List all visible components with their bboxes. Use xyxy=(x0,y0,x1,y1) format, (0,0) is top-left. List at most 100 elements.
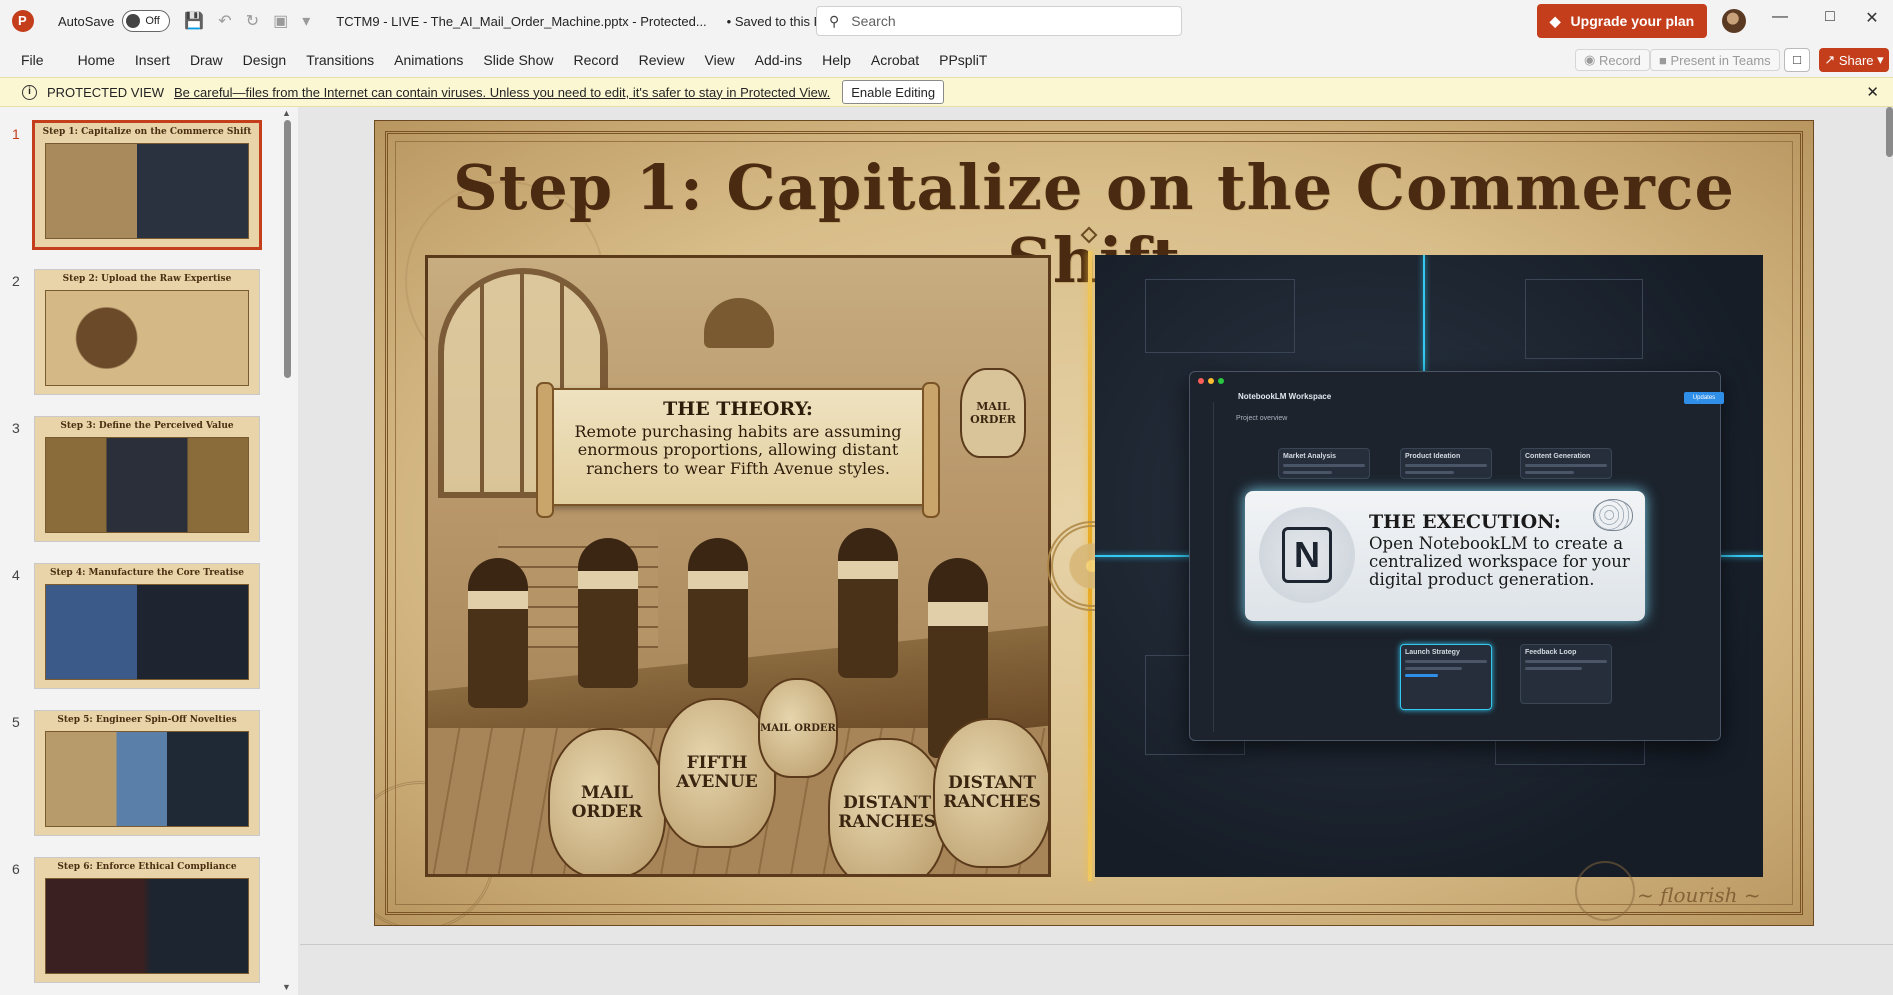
slide-thumbnail[interactable]: Step 2: Upload the Raw Expertise xyxy=(34,269,260,395)
autosave-toggle[interactable]: Off xyxy=(122,10,171,32)
app-title: NotebookLM Workspace xyxy=(1238,392,1332,401)
scroll-up-icon[interactable]: ▲ xyxy=(282,108,291,118)
slide-number: 4 xyxy=(12,567,20,583)
execution-heading: THE EXECUTION: xyxy=(1369,511,1561,533)
slide-thumbnail[interactable]: Step 1: Capitalize on the Commerce Shift xyxy=(32,120,262,250)
avatar[interactable] xyxy=(1722,9,1746,33)
ribbon-tab-design[interactable]: Design xyxy=(233,52,297,68)
slide-number: 5 xyxy=(12,714,20,730)
editor-scrollbar[interactable] xyxy=(1886,107,1893,157)
thumbnail-preview xyxy=(45,731,249,827)
scroll-down-icon[interactable]: ▼ xyxy=(282,982,291,992)
slide-canvas[interactable]: Step 1: Capitalize on the Commerce Shift… xyxy=(374,120,1814,926)
upgrade-plan-button[interactable]: ◆ Upgrade your plan xyxy=(1537,4,1707,38)
slide-number: 3 xyxy=(12,420,20,436)
glow-line xyxy=(1423,255,1425,375)
slide-thumbnail[interactable]: Step 3: Define the Perceived Value xyxy=(34,416,260,542)
sack-label: MAIL ORDER xyxy=(548,728,666,874)
slide-thumbnail[interactable]: Step 6: Enforce Ethical Compliance xyxy=(34,857,260,983)
thumbnail-preview xyxy=(45,143,249,239)
close-icon[interactable]: ✕ xyxy=(1866,83,1879,101)
minimize-icon[interactable]: — xyxy=(1760,8,1800,26)
ribbon-tab-transitions[interactable]: Transitions xyxy=(296,52,384,68)
thumbnail-scrollbar[interactable] xyxy=(284,120,291,378)
undo-icon[interactable]: ↶ xyxy=(218,11,231,31)
present-label: Present in Teams xyxy=(1670,52,1771,68)
execution-illustration: NotebookLM Workspace Project overview Up… xyxy=(1095,255,1763,877)
slide-thumbnail-row: 1 Step 1: Capitalize on the Commerce Shif… xyxy=(0,120,280,250)
node-label: Feedback Loop xyxy=(1525,649,1577,656)
ribbon-tab-animations[interactable]: Animations xyxy=(384,52,473,68)
theory-illustration: MAIL ORDER MAIL ORDER FIFTH AVENUE MAIL … xyxy=(425,255,1051,877)
node-label: Market Analysis xyxy=(1283,453,1337,460)
close-icon[interactable]: ✕ xyxy=(1852,8,1892,28)
ribbon-tab-add-ins[interactable]: Add-ins xyxy=(745,52,812,68)
slide-number: 6 xyxy=(12,861,20,877)
window-dots xyxy=(1198,378,1224,384)
theory-scroll: THE THEORY: Remote purchasing habits are… xyxy=(536,382,940,518)
thumbnail-preview xyxy=(45,584,249,680)
record-button[interactable]: ◉ Record xyxy=(1575,49,1650,71)
maximize-icon[interactable]: □ xyxy=(1810,8,1850,26)
wireframe-box xyxy=(1525,279,1643,359)
ribbon-tab-acrobat[interactable]: Acrobat xyxy=(861,52,929,68)
share-label: Share xyxy=(1838,52,1874,68)
thumbnail-title: Step 4: Manufacture the Core Treatise xyxy=(50,568,244,578)
present-from-start-icon[interactable]: ▣ xyxy=(273,11,288,31)
mail-bag: MAIL ORDER xyxy=(960,368,1026,458)
ribbon-tab-insert[interactable]: Insert xyxy=(125,52,180,68)
app-tab: Project overview xyxy=(1236,415,1288,422)
protected-view-message[interactable]: Be careful—files from the Internet can c… xyxy=(174,85,830,100)
wireframe-box xyxy=(1145,279,1295,353)
search-input[interactable]: ⚲ Search xyxy=(816,6,1182,36)
autosave-label: AutoSave xyxy=(58,13,115,29)
enable-editing-button[interactable]: Enable Editing xyxy=(842,80,945,104)
redo-icon[interactable]: ↻ xyxy=(246,11,259,31)
thumbnail-title: Step 3: Define the Perceived Value xyxy=(60,421,234,431)
hanging-lamp xyxy=(704,298,774,348)
slide-thumbnail-pane: 1 Step 1: Capitalize on the Commerce Shif… xyxy=(0,107,296,995)
slide-thumbnail-row: 3 Step 3: Define the Perceived Value xyxy=(0,416,280,544)
clerk-figure xyxy=(468,558,528,708)
ribbon-tab-home[interactable]: Home xyxy=(68,52,125,68)
slide-thumbnail[interactable]: Step 4: Manufacture the Core Treatise xyxy=(34,563,260,689)
clerk-figure xyxy=(838,528,898,678)
save-icon[interactable]: 💾 xyxy=(184,11,204,31)
decorative-seal xyxy=(1575,861,1635,921)
info-icon: i xyxy=(22,84,37,100)
comments-icon[interactable]: □ xyxy=(1784,48,1810,72)
slide-thumbnail-row: 5 Step 5: Engineer Spin-Off Novelties xyxy=(0,710,280,838)
protected-view-bar: i PROTECTED VIEW Be careful—files from t… xyxy=(0,77,1893,107)
ribbon-tab-ppsplit[interactable]: PPspliT xyxy=(929,52,997,68)
ribbon-tab-record[interactable]: Record xyxy=(563,52,628,68)
ribbon-tab-help[interactable]: Help xyxy=(812,52,861,68)
slide-thumbnail[interactable]: Step 5: Engineer Spin-Off Novelties xyxy=(34,710,260,836)
search-icon: ⚲ xyxy=(829,12,840,29)
notes-divider[interactable] xyxy=(300,944,1893,945)
thumbnail-preview xyxy=(45,437,249,533)
record-label: Record xyxy=(1598,52,1641,68)
node-label: Product Ideation xyxy=(1405,453,1461,460)
ribbon-tab-slide-show[interactable]: Slide Show xyxy=(473,52,563,68)
thumbnail-title: Step 5: Engineer Spin-Off Novelties xyxy=(57,715,237,725)
customize-toolbar-icon[interactable]: ▾ xyxy=(302,11,310,31)
search-placeholder: Search xyxy=(851,13,896,29)
ribbon-tab-view[interactable]: View xyxy=(695,52,745,68)
slide-thumbnail-row: 2 Step 2: Upload the Raw Expertise xyxy=(0,269,280,397)
present-in-teams-button[interactable]: ■ Present in Teams xyxy=(1650,49,1780,71)
clerk-figure xyxy=(578,538,638,688)
ribbon-tab-draw[interactable]: Draw xyxy=(180,52,233,68)
thumbnail-title: Step 2: Upload the Raw Expertise xyxy=(62,274,232,284)
ribbon-tab-review[interactable]: Review xyxy=(629,52,695,68)
sack-label: DISTANT RANCHES xyxy=(933,718,1048,868)
slide-thumbnail-row: 6 Step 6: Enforce Ethical Compliance xyxy=(0,857,280,985)
powerpoint-logo-icon xyxy=(12,10,34,32)
share-button[interactable]: ↗ Share ▾ xyxy=(1819,48,1889,72)
node-label: Content Generation xyxy=(1525,453,1591,460)
signature-flourish: ~ flourish ~ xyxy=(1637,883,1761,907)
sack-label: MAIL ORDER xyxy=(758,678,838,778)
slide-number: 2 xyxy=(12,273,20,289)
thumbnail-preview xyxy=(45,290,249,386)
flow-node: Product Ideation xyxy=(1400,448,1492,479)
ribbon-tab-file[interactable]: File xyxy=(0,52,54,68)
